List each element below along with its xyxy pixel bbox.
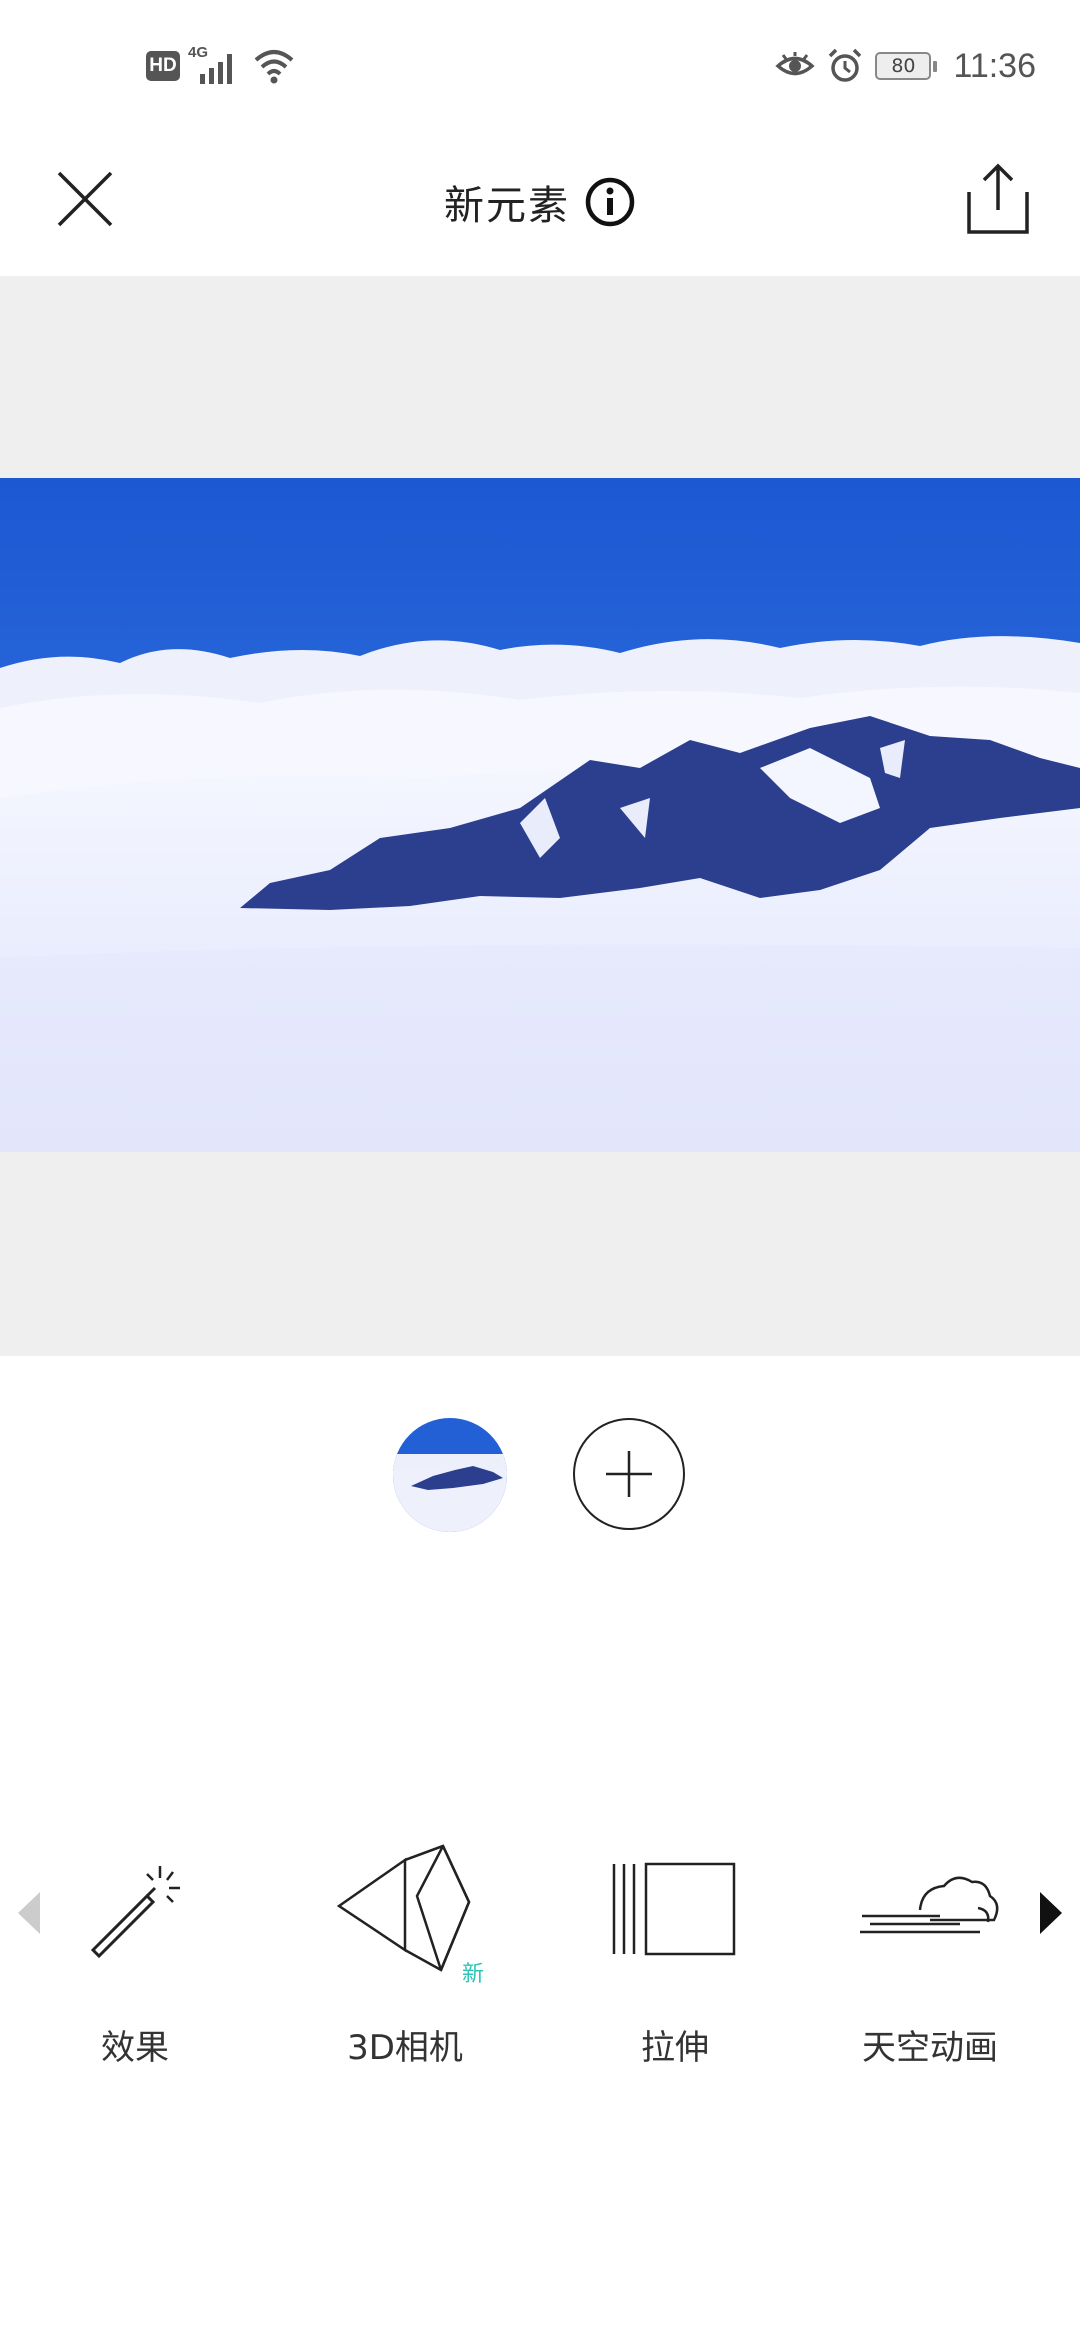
cellular-signal-icon: 4G [186, 44, 246, 88]
stretch-icon [612, 1862, 736, 1956]
tool-effects-icon-wrap [30, 1830, 240, 1990]
status-right: 80 11:36 [775, 44, 1036, 88]
layers-row [0, 1418, 1080, 1534]
share-icon [967, 163, 1029, 234]
battery-indicator: 80 [875, 52, 938, 80]
info-icon[interactable] [584, 176, 636, 228]
title-group: 新元素 [0, 162, 1080, 242]
tool-bar: 效果 新 3D相机 拉伸 天空动画 [0, 1820, 1080, 2080]
tool-effects[interactable]: 效果 [30, 1820, 240, 2080]
clock: 11:36 [953, 46, 1036, 85]
share-button[interactable] [958, 154, 1038, 244]
status-left: HD 4G [146, 44, 296, 88]
photo-preview[interactable] [0, 478, 1080, 1152]
status-bar: HD 4G 80 11:36 [0, 0, 1080, 132]
add-layer-button[interactable] [573, 1418, 685, 1530]
tool-3d-camera-label: 3D相机 [347, 2028, 463, 2068]
network-type: 4G [188, 44, 209, 61]
layer-image [393, 1418, 507, 1532]
hd-badge: HD [146, 51, 180, 81]
page-title: 新元素 [444, 183, 570, 229]
layer-thumbnail[interactable] [393, 1418, 507, 1532]
editor-canvas[interactable] [0, 276, 1080, 1356]
tool-sky-animation[interactable]: 天空动画 [840, 1820, 1020, 2080]
eye-comfort-icon [775, 52, 816, 76]
app-bar: 新元素 [0, 132, 1080, 276]
tool-sky-animation-label: 天空动画 [862, 2028, 998, 2068]
plus-icon [606, 1451, 652, 1497]
tool-3d-camera[interactable]: 新 3D相机 [300, 1820, 510, 2080]
magic-wand-icon [90, 1866, 180, 1959]
3d-camera-icon [336, 1844, 471, 1972]
tool-sky-animation-icon-wrap [840, 1830, 1020, 1990]
snowy-mountain-image [0, 478, 1080, 1152]
tool-stretch-icon-wrap [570, 1830, 780, 1990]
scroll-right-arrow-icon[interactable] [1036, 1888, 1066, 1938]
alarm-icon [829, 48, 862, 82]
new-badge: 新 [462, 1962, 485, 1987]
tool-stretch[interactable]: 拉伸 [570, 1820, 780, 2080]
tool-effects-label: 效果 [101, 2028, 169, 2068]
sky-cloud-icon [860, 1876, 999, 1934]
tool-stretch-label: 拉伸 [641, 2028, 709, 2068]
wifi-icon [254, 50, 294, 84]
